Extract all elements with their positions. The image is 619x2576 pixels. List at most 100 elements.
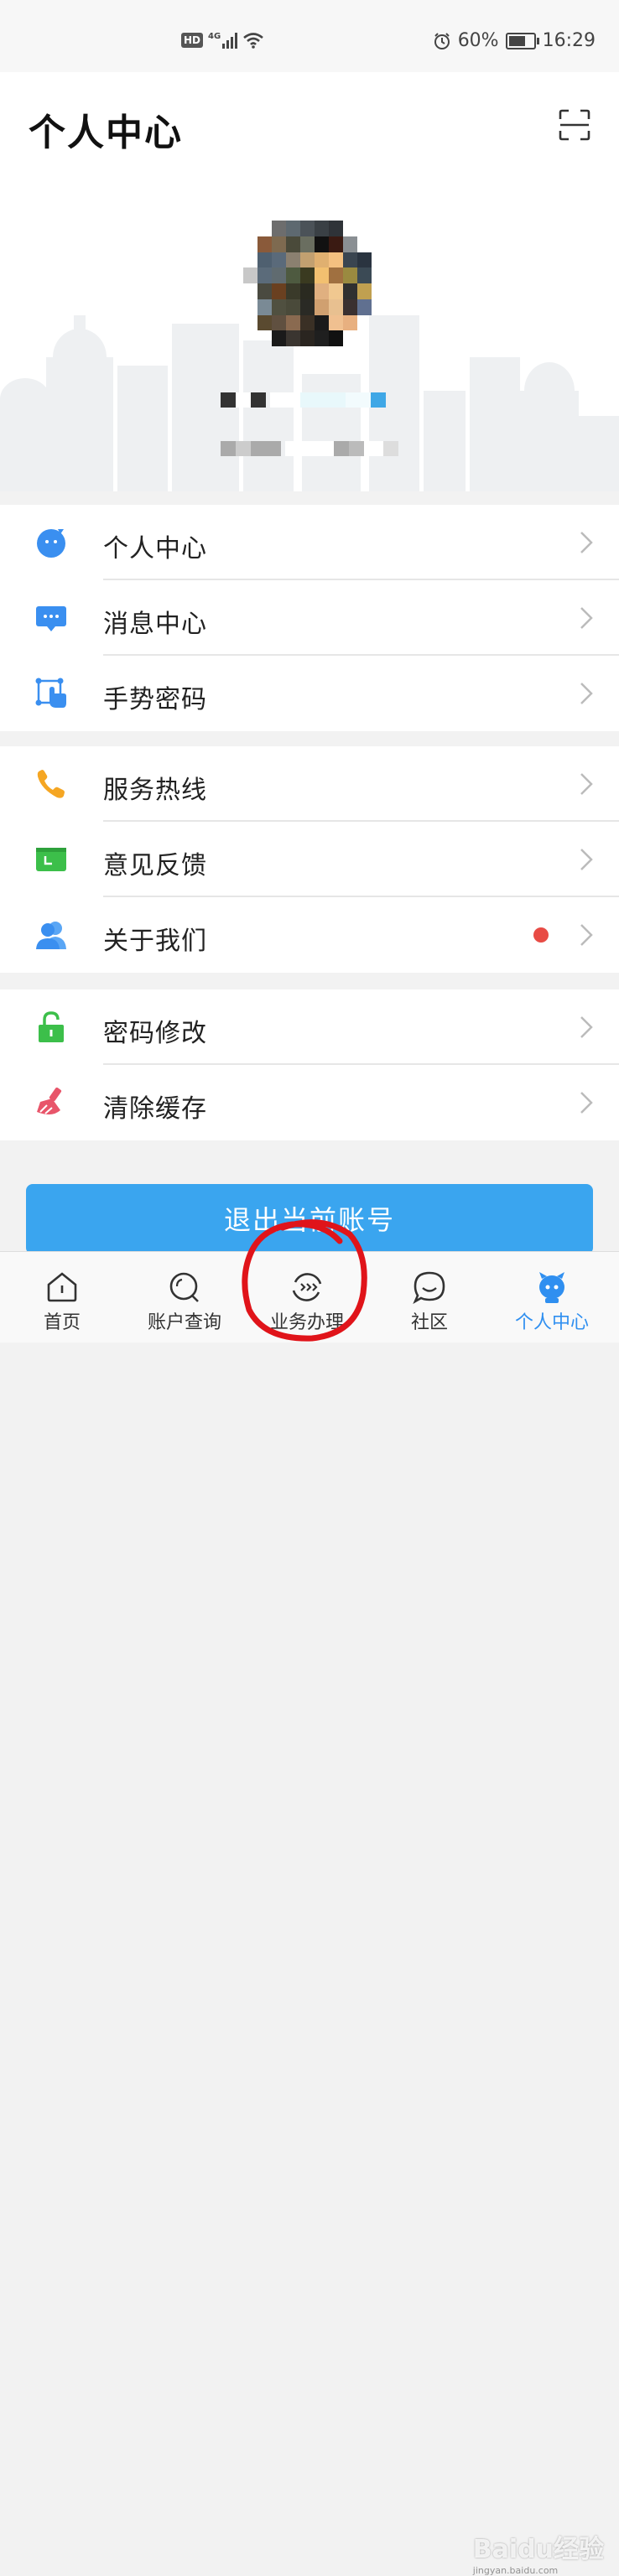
notification-badge: [533, 927, 549, 943]
avatar-pixel: [286, 236, 300, 252]
status-left: HD 4G: [181, 32, 264, 49]
menu-item-label: 意见反馈: [103, 851, 207, 880]
avatar-pixel: [286, 267, 300, 283]
menu-item-change-password[interactable]: 密码修改: [0, 989, 619, 1065]
avatar-pixel: [300, 314, 315, 331]
avatar-pixel: [357, 221, 372, 236]
avatar-pixel: [257, 252, 272, 268]
chevron-right-icon: [580, 849, 593, 870]
menu-item-label: 服务热线: [103, 776, 207, 805]
avatar[interactable]: [243, 221, 386, 346]
avatar-pixel: [315, 267, 329, 283]
avatar-pixel: [257, 299, 272, 315]
avatar-pixel: [257, 314, 272, 331]
menu-item-clear-cache[interactable]: 清除缓存: [0, 1065, 619, 1140]
avatar-pixel: [329, 267, 343, 283]
avatar-pixel: [272, 299, 286, 315]
avatar-pixel: [343, 221, 357, 236]
feedback-icon: [36, 848, 66, 871]
user-account-mosaic: [221, 441, 399, 456]
avatar-pixel: [300, 221, 315, 236]
hd-icon: HD: [181, 33, 204, 48]
avatar-pixel: [300, 299, 315, 315]
menu-group-account: 个人中心 消息中心 手势密码: [0, 505, 619, 731]
avatar-pixel: [343, 236, 357, 252]
menu-item-label: 手势密码: [103, 685, 207, 714]
avatar-pixel: [357, 236, 372, 252]
avatar-pixel: [315, 252, 329, 268]
avatar-pixel: [272, 314, 286, 331]
avatar-pixel: [300, 267, 315, 283]
menu-group-support: 服务热线 意见反馈 关于我们: [0, 746, 619, 973]
menu-item-label: 清除缓存: [103, 1094, 207, 1124]
avatar-pixel: [329, 252, 343, 268]
avatar-pixel: [343, 314, 357, 331]
menu-item-label: 消息中心: [103, 610, 207, 639]
avatar-pixel: [286, 299, 300, 315]
avatar-pixel: [257, 236, 272, 252]
avatar-pixel: [372, 315, 386, 331]
avatar-pixel: [315, 330, 329, 346]
tab-community[interactable]: 社区: [367, 1252, 492, 1343]
status-right: 60% 16:29: [433, 30, 596, 51]
avatar-pixel: [372, 283, 386, 299]
menu-item-gesture-password[interactable]: 手势密码: [0, 656, 619, 731]
annotation-circle: [242, 1219, 367, 1342]
chevron-right-icon: [580, 607, 593, 629]
menu-item-service-hotline[interactable]: 服务热线: [0, 746, 619, 822]
profile-bubble-icon: [37, 529, 65, 558]
avatar-pixel: [315, 314, 329, 331]
page-title: 个人中心: [29, 112, 183, 154]
phone-icon: [37, 770, 65, 798]
menu-item-messages[interactable]: 消息中心: [0, 580, 619, 656]
clock: 16:29: [542, 30, 596, 51]
avatar-pixel: [343, 330, 357, 346]
menu-group-settings: 密码修改 清除缓存: [0, 989, 619, 1140]
avatar-pixel: [272, 330, 286, 346]
avatar-pixel: [343, 267, 357, 283]
lock-icon: [39, 1011, 64, 1042]
avatar-pixel: [286, 283, 300, 299]
avatar-pixel: [343, 299, 357, 315]
menu-item-label: 关于我们: [103, 927, 207, 956]
avatar-pixel: [372, 252, 386, 268]
tab-label: 个人中心: [514, 1312, 589, 1333]
scan-icon[interactable]: [559, 109, 590, 141]
menu-item-profile[interactable]: 个人中心: [0, 505, 619, 580]
tab-label: 账户查询: [147, 1312, 221, 1333]
avatar-pixel: [357, 267, 372, 283]
avatar-pixel: [372, 330, 386, 346]
menu-item-feedback[interactable]: 意见反馈: [0, 822, 619, 897]
avatar-pixel: [357, 330, 372, 346]
avatar-pixel: [343, 283, 357, 299]
chevron-right-icon: [580, 532, 593, 553]
avatar-pixel: [243, 330, 257, 346]
avatar-pixel: [329, 283, 343, 299]
avatar-pixel: [286, 252, 300, 268]
menu-item-about-us[interactable]: 关于我们: [0, 897, 619, 973]
battery-percent: 60%: [457, 30, 499, 51]
menu-item-label: 密码修改: [103, 1019, 207, 1048]
avatar-pixel: [315, 283, 329, 299]
avatar-pixel: [243, 252, 257, 268]
tab-label: 首页: [43, 1312, 81, 1333]
avatar-pixel: [243, 267, 257, 283]
tab-account-query[interactable]: 账户查询: [122, 1252, 247, 1343]
avatar-pixel: [357, 299, 372, 315]
avatar-pixel: [329, 314, 343, 331]
tab-label: 社区: [410, 1312, 448, 1333]
avatar-pixel: [372, 221, 386, 236]
avatar-pixel: [372, 267, 386, 283]
avatar-pixel: [315, 299, 329, 315]
network-label: 4G: [208, 32, 221, 41]
avatar-pixel: [315, 236, 329, 252]
search-icon: [169, 1272, 199, 1302]
tab-profile[interactable]: 个人中心: [490, 1252, 614, 1343]
avatar-pixel: [372, 299, 386, 315]
avatar-pixel: [286, 330, 300, 346]
avatar-pixel: [329, 299, 343, 315]
tab-home[interactable]: 首页: [0, 1252, 124, 1343]
avatar-pixel: [286, 314, 300, 331]
avatar-pixel: [286, 221, 300, 236]
menu-item-label: 个人中心: [103, 534, 207, 564]
